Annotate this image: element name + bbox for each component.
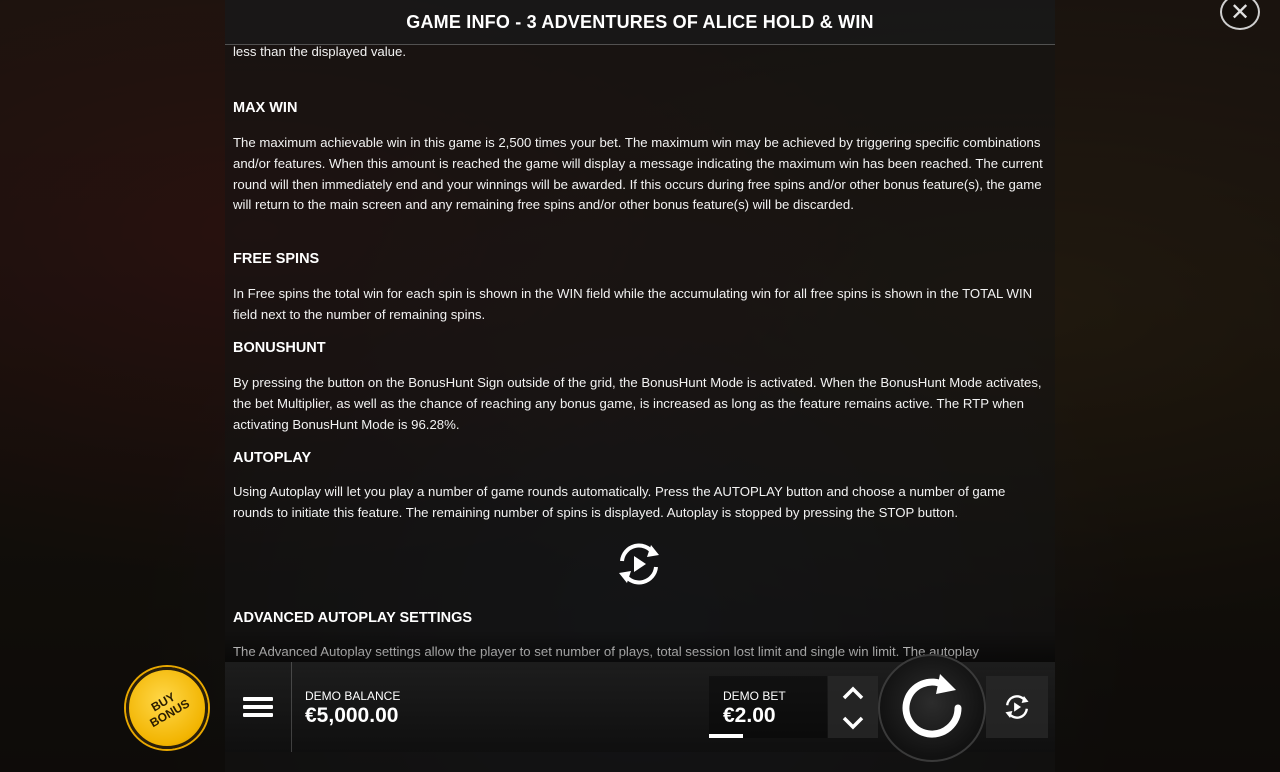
info-content[interactable]: less than the displayed value. MAX WIN T…: [233, 45, 1045, 665]
page-title: GAME INFO - 3 ADVENTURES OF ALICE HOLD &…: [406, 11, 874, 32]
buy-bonus-label: BUY BONUS: [142, 686, 193, 731]
section-text-bonushunt: By pressing the button on the BonusHunt …: [233, 375, 1042, 432]
section-text-max-win: The maximum achievable win in this game …: [233, 135, 1043, 213]
spin-button[interactable]: [878, 654, 986, 762]
spin-icon: [902, 674, 962, 738]
section-heading-autoplay: AUTOPLAY: [233, 450, 312, 466]
autoplay-icon: [613, 541, 665, 587]
section-text-autoplay: Using Autoplay will let you play a numbe…: [233, 484, 1006, 520]
chevron-up-icon: [842, 686, 864, 700]
section-heading-advanced-autoplay: ADVANCED AUTOPLAY SETTINGS: [233, 610, 473, 626]
section-heading-max-win: MAX WIN: [233, 100, 298, 116]
balance-label: DEMO BALANCE: [305, 689, 401, 703]
buy-bonus-button[interactable]: BUY BONUS: [126, 667, 208, 749]
bet-level-indicator: [709, 734, 743, 738]
balance-value: €5,000.00: [305, 704, 399, 727]
section-text-free-spins: In Free spins the total win for each spi…: [233, 286, 1033, 322]
autoplay-button[interactable]: [986, 676, 1048, 738]
menu-button[interactable]: [225, 662, 292, 752]
close-icon: ✕: [1229, 0, 1251, 26]
bet-value: €2.00: [723, 704, 776, 727]
intro-fragment: less than the displayed value.: [233, 45, 407, 59]
chevron-down-icon: [842, 716, 864, 730]
autoplay-icon: [1005, 695, 1029, 719]
section-heading-bonushunt: BONUSHUNT: [233, 340, 326, 356]
bet-increase-button[interactable]: [842, 682, 864, 704]
bet-decrease-button[interactable]: [842, 712, 864, 734]
info-header: GAME INFO - 3 ADVENTURES OF ALICE HOLD &…: [225, 0, 1055, 45]
menu-icon: [243, 693, 273, 721]
section-heading-free-spins: FREE SPINS: [233, 251, 320, 267]
bet-label: DEMO BET: [723, 689, 786, 703]
